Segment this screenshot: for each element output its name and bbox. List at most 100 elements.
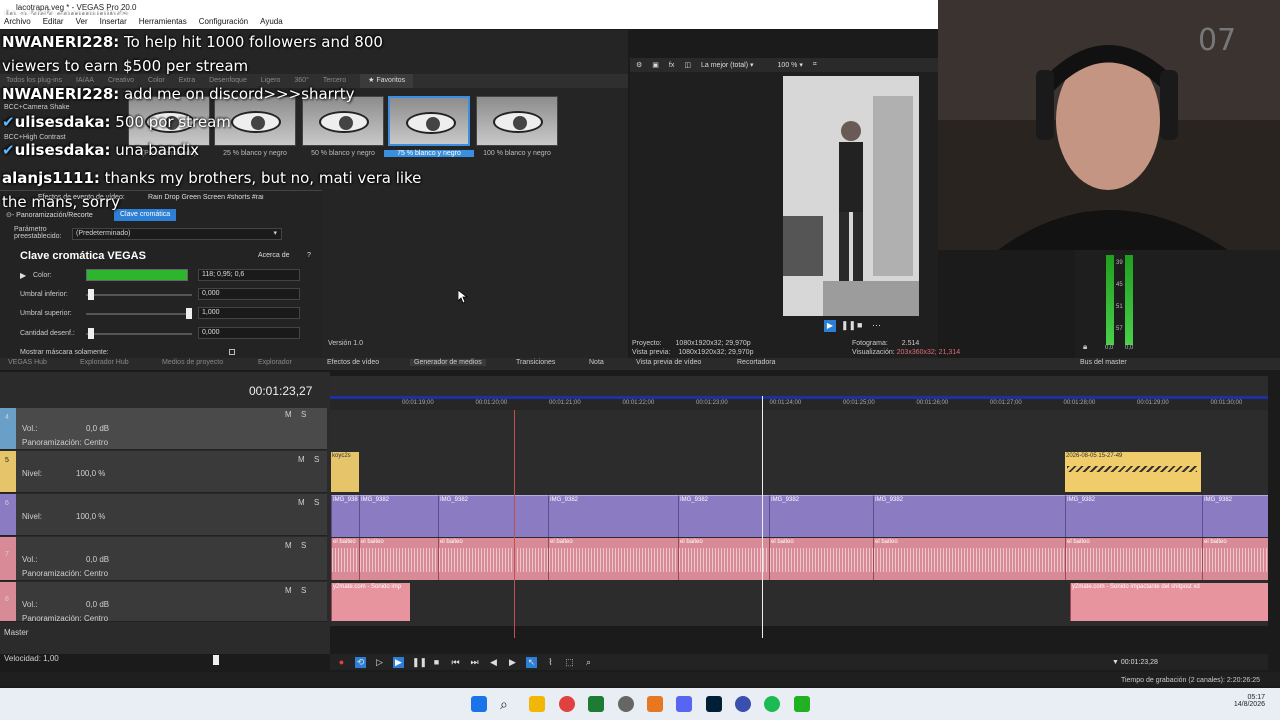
tab-transiciones[interactable]: Transiciones (516, 359, 555, 366)
preset-thumb-50[interactable] (302, 96, 384, 146)
help-button[interactable]: ? (307, 252, 311, 259)
mute-button[interactable]: M (285, 541, 292, 550)
tab-vegas-hub[interactable]: VEGAS Hub (8, 359, 47, 366)
windows-start-icon[interactable] (471, 696, 487, 712)
tab-vista-previa[interactable]: Vista previa de vídeo (636, 359, 701, 366)
video-clip[interactable]: IMG_9382 (873, 495, 1065, 537)
audio-clip[interactable]: el baiteo (331, 538, 359, 580)
audio-clip[interactable]: el baiteo (769, 538, 873, 580)
copy-icon[interactable]: ◫ (684, 61, 691, 69)
stop-icon[interactable]: ■ (857, 320, 862, 330)
solo-button[interactable]: S (314, 498, 319, 507)
chrome-icon[interactable] (559, 696, 575, 712)
record-icon[interactable]: ● (336, 657, 347, 668)
clock[interactable]: 05:17 14/8/2026 (1225, 694, 1265, 708)
audio-clip[interactable]: el baiteo (1202, 538, 1268, 580)
speed-slider[interactable] (213, 655, 219, 665)
mute-button[interactable]: M (285, 410, 292, 419)
tab-recortadora[interactable]: Recortadora (737, 359, 776, 366)
video-clip[interactable]: IMG_9382 (678, 495, 769, 537)
excel-icon[interactable] (588, 696, 604, 712)
go-start-icon[interactable]: ⏮ (450, 657, 461, 668)
more-icon[interactable]: ⋯ (872, 320, 881, 331)
video-clip[interactable]: IMG_9382 (548, 495, 678, 537)
sfx-clip[interactable]: y2mate.com - Sonido imp (331, 583, 410, 621)
media-clip[interactable]: koyc2s (331, 452, 359, 492)
track-header-4[interactable]: 4 Vol.: 0,0 dB Panoramización: Centro M … (0, 408, 327, 450)
play-icon[interactable]: ▶ (824, 320, 836, 332)
video-clip[interactable]: IMG_9382 (1202, 495, 1268, 537)
next-frame-icon[interactable]: ▶ (507, 657, 518, 668)
video-clip[interactable]: IMG_9382 (769, 495, 873, 537)
solo-button[interactable]: S (314, 455, 319, 464)
zoom-tool-icon[interactable]: ⌕ (583, 657, 594, 668)
color-swatch[interactable] (86, 269, 188, 281)
low-threshold-slider[interactable] (88, 289, 94, 300)
menu-ver[interactable]: Ver (76, 15, 88, 29)
search-icon[interactable]: ⌕ (500, 696, 516, 712)
play-from-start-icon[interactable]: ▷ (374, 657, 385, 668)
grid-icon[interactable]: ⌗ (813, 61, 817, 69)
spotify-icon[interactable] (764, 696, 780, 712)
preset-dropdown[interactable]: (Predeterminado) ▾ (72, 228, 282, 240)
go-end-icon[interactable]: ⏭ (469, 657, 480, 668)
playhead[interactable] (762, 396, 763, 638)
discord-icon[interactable] (676, 696, 692, 712)
tab-nota[interactable]: Nota (589, 359, 604, 366)
audio-clip[interactable]: el baiteo (438, 538, 548, 580)
fx-icon[interactable]: fx (669, 62, 674, 69)
kick-icon[interactable] (794, 696, 810, 712)
media-clip[interactable]: 2026-08-05 15-27-49 (1065, 452, 1201, 492)
expand-arrow-icon[interactable]: ▶ (20, 271, 26, 280)
track-header-8[interactable]: 8 Vol.: 0,0 dB Panoramización: Centro M … (0, 582, 327, 623)
menu-insertar[interactable]: Insertar (100, 15, 127, 29)
plugin-item-high-contrast[interactable]: BCC+High Contrast (4, 134, 66, 141)
tab-bus-master[interactable]: Bus del master (1080, 359, 1127, 366)
photoshop-icon[interactable] (706, 696, 722, 712)
solo-button[interactable]: S (301, 410, 306, 419)
plugin-item-camera-shake[interactable]: BCC+Camera Shake (4, 104, 70, 111)
file-explorer-icon[interactable] (529, 696, 545, 712)
pause-icon[interactable]: ❚❚ (841, 320, 856, 331)
menu-configuracion[interactable]: Configuración (199, 15, 248, 29)
tab-explorador[interactable]: Explorador (258, 359, 292, 366)
audio-clip[interactable]: el baiteo (678, 538, 769, 580)
preset-thumb-100[interactable] (476, 96, 558, 146)
tab-efectos-video[interactable]: Efectos de vídeo (327, 359, 379, 366)
audio-clip[interactable]: el baiteo (359, 538, 438, 580)
track-header-5[interactable]: 5 Nivel: 100,0 % M S (0, 451, 327, 493)
zoom-dropdown[interactable]: 100 % ▾ (778, 61, 803, 69)
envelope-tool-icon[interactable]: ⌇ (545, 657, 556, 668)
tab-explorador-hub[interactable]: Explorador Hub (80, 359, 129, 366)
selection-tool-icon[interactable]: ⬚ (564, 657, 575, 668)
video-clip[interactable]: IMG_9382 (438, 495, 548, 537)
blur-amount-field[interactable]: 0,000 (198, 327, 300, 339)
video-clip[interactable]: IMG_9382 (359, 495, 438, 537)
stop-icon[interactable]: ■ (431, 657, 442, 668)
loop-icon[interactable]: ⟲ (355, 656, 366, 668)
menu-editar[interactable]: Editar (43, 15, 64, 29)
high-threshold-slider[interactable] (186, 308, 192, 319)
menu-herramientas[interactable]: Herramientas (139, 15, 187, 29)
prev-frame-icon[interactable]: ◀ (488, 657, 499, 668)
audio-clip[interactable]: el baiteo (548, 538, 678, 580)
solo-button[interactable]: S (301, 541, 306, 550)
audio-clip[interactable]: el baiteo (1065, 538, 1202, 580)
vegas-icon[interactable] (735, 696, 751, 712)
obs-icon[interactable] (618, 696, 634, 712)
play-icon[interactable]: ▶ (393, 656, 404, 668)
split-screen-icon[interactable]: ▣ (652, 61, 659, 69)
sfx-clip[interactable]: y2mate.com - Sonido impactante del shitp… (1070, 583, 1268, 621)
mute-button[interactable]: M (298, 455, 305, 464)
quality-dropdown[interactable]: La mejor (total) ▾ (701, 61, 754, 69)
solo-button[interactable]: S (301, 586, 306, 595)
gear-icon[interactable]: ⚙ (636, 61, 642, 69)
mute-button[interactable]: M (298, 498, 305, 507)
track-header-7[interactable]: 7 Vol.: 0,0 dB Panoramización: Centro M … (0, 537, 327, 581)
menu-archivo[interactable]: Archivo (4, 15, 31, 29)
low-threshold-field[interactable]: 0,000 (198, 288, 300, 300)
video-clip[interactable]: IMG_9382 (1065, 495, 1202, 537)
pause-icon[interactable]: ❚❚ (412, 657, 427, 668)
tab-favoritos[interactable]: ★ Favoritos (360, 74, 414, 88)
preset-thumb-75[interactable] (388, 96, 470, 146)
